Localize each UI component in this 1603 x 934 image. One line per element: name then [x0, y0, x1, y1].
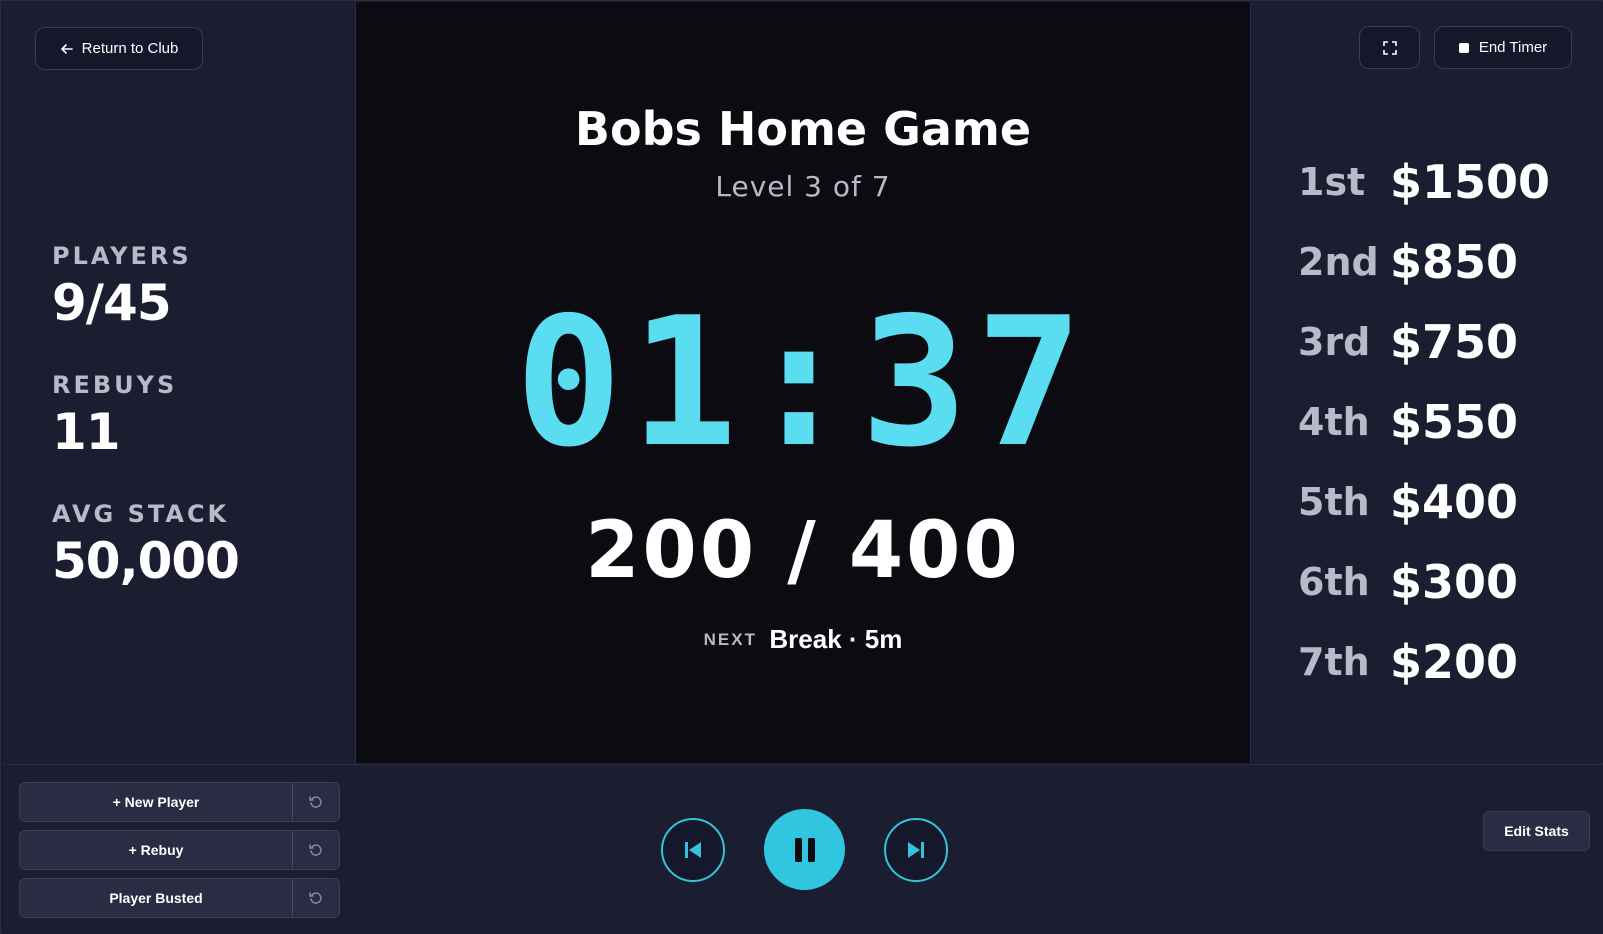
payout-row: 1st $1500	[1298, 142, 1550, 222]
payout-amount: $550	[1390, 395, 1519, 449]
stat-avg-stack: AVG STACK 50,000	[52, 500, 240, 629]
payout-row: 6th $300	[1298, 542, 1550, 622]
payout-amount: $200	[1390, 635, 1519, 689]
return-to-club-label: Return to Club	[81, 40, 179, 57]
undo-busted-button[interactable]	[293, 879, 339, 917]
rebuy-button[interactable]: + Rebuy	[20, 831, 293, 869]
avg-stack-label: AVG STACK	[52, 500, 230, 528]
payouts-panel: End Timer 1st $1500 2nd $850 3rd $750 4t…	[1252, 2, 1603, 763]
payout-amount: $850	[1390, 235, 1519, 289]
payout-place: 4th	[1298, 400, 1370, 444]
game-title: Bobs Home Game	[574, 102, 1032, 156]
player-busted-button[interactable]: Player Busted	[20, 879, 293, 917]
skip-forward-icon	[908, 842, 924, 858]
undo-icon	[309, 796, 322, 808]
payout-row: 7th $200	[1298, 622, 1550, 702]
stat-rebuys: REBUYS 11	[52, 371, 239, 500]
payout-amount: $750	[1390, 315, 1519, 369]
pause-button[interactable]	[764, 809, 845, 890]
fullscreen-icon	[1382, 40, 1397, 55]
undo-rebuy-button[interactable]	[293, 831, 339, 869]
players-value: 9/45	[52, 274, 172, 332]
payout-row: 4th $550	[1298, 382, 1550, 462]
countdown-timer: 01:37	[515, 279, 1091, 486]
clock-panel: Bobs Home Game Level 3 of 7 01:37 200 / …	[355, 2, 1251, 763]
payout-row: 3rd $750	[1298, 302, 1550, 382]
avg-stack-value: 50,000	[52, 532, 240, 590]
stats-panel: Return to Club PLAYERS 9/45 REBUYS 11 AV…	[2, 2, 354, 763]
busted-group: Player Busted	[19, 878, 340, 918]
undo-new-player-button[interactable]	[293, 783, 339, 821]
arrow-left-icon	[60, 43, 73, 54]
payout-place: 7th	[1298, 640, 1370, 684]
return-to-club-button[interactable]: Return to Club	[35, 27, 203, 70]
end-timer-button[interactable]: End Timer	[1434, 26, 1572, 69]
rebuys-label: REBUYS	[52, 371, 178, 399]
payout-place: 1st	[1298, 160, 1366, 204]
payout-place: 5th	[1298, 480, 1370, 524]
stat-players: PLAYERS 9/45	[52, 242, 239, 371]
new-player-group: + New Player	[19, 782, 340, 822]
stop-icon	[1458, 42, 1469, 53]
next-level-button[interactable]	[884, 818, 948, 882]
blinds-display: 200 / 400	[585, 506, 1021, 596]
edit-stats-button[interactable]: Edit Stats	[1483, 811, 1590, 851]
new-player-button[interactable]: + New Player	[20, 783, 293, 821]
undo-icon	[309, 844, 322, 856]
timer-screen: Return to Club PLAYERS 9/45 REBUYS 11 AV…	[0, 0, 1603, 934]
fullscreen-button[interactable]	[1359, 26, 1420, 69]
next-level-info: NEXT Break · 5m	[356, 624, 1250, 655]
rebuy-group: + Rebuy	[19, 830, 340, 870]
payout-amount: $300	[1390, 555, 1519, 609]
payout-place: 2nd	[1298, 240, 1379, 284]
next-label: NEXT	[703, 629, 757, 649]
payout-place: 3rd	[1298, 320, 1371, 364]
next-value: Break · 5m	[769, 624, 903, 654]
end-timer-label: End Timer	[1478, 39, 1548, 56]
payout-row: 5th $400	[1298, 462, 1550, 542]
payout-amount: $400	[1390, 475, 1519, 529]
undo-icon	[309, 892, 322, 904]
rebuys-value: 11	[52, 403, 121, 461]
players-label: PLAYERS	[52, 242, 192, 270]
payout-amount: $1500	[1390, 155, 1551, 209]
stats-list: PLAYERS 9/45 REBUYS 11 AVG STACK 50,000	[52, 242, 240, 629]
pause-icon	[794, 837, 815, 862]
payout-place: 6th	[1298, 560, 1370, 604]
payout-row: 2nd $850	[1298, 222, 1550, 302]
control-bar: + New Player + Rebuy Player Busted Edit …	[2, 764, 1603, 934]
skip-back-icon	[685, 842, 701, 858]
previous-level-button[interactable]	[661, 818, 725, 882]
payout-list: 1st $1500 2nd $850 3rd $750 4th $550 5th…	[1298, 142, 1550, 702]
level-indicator: Level 3 of 7	[715, 170, 891, 203]
